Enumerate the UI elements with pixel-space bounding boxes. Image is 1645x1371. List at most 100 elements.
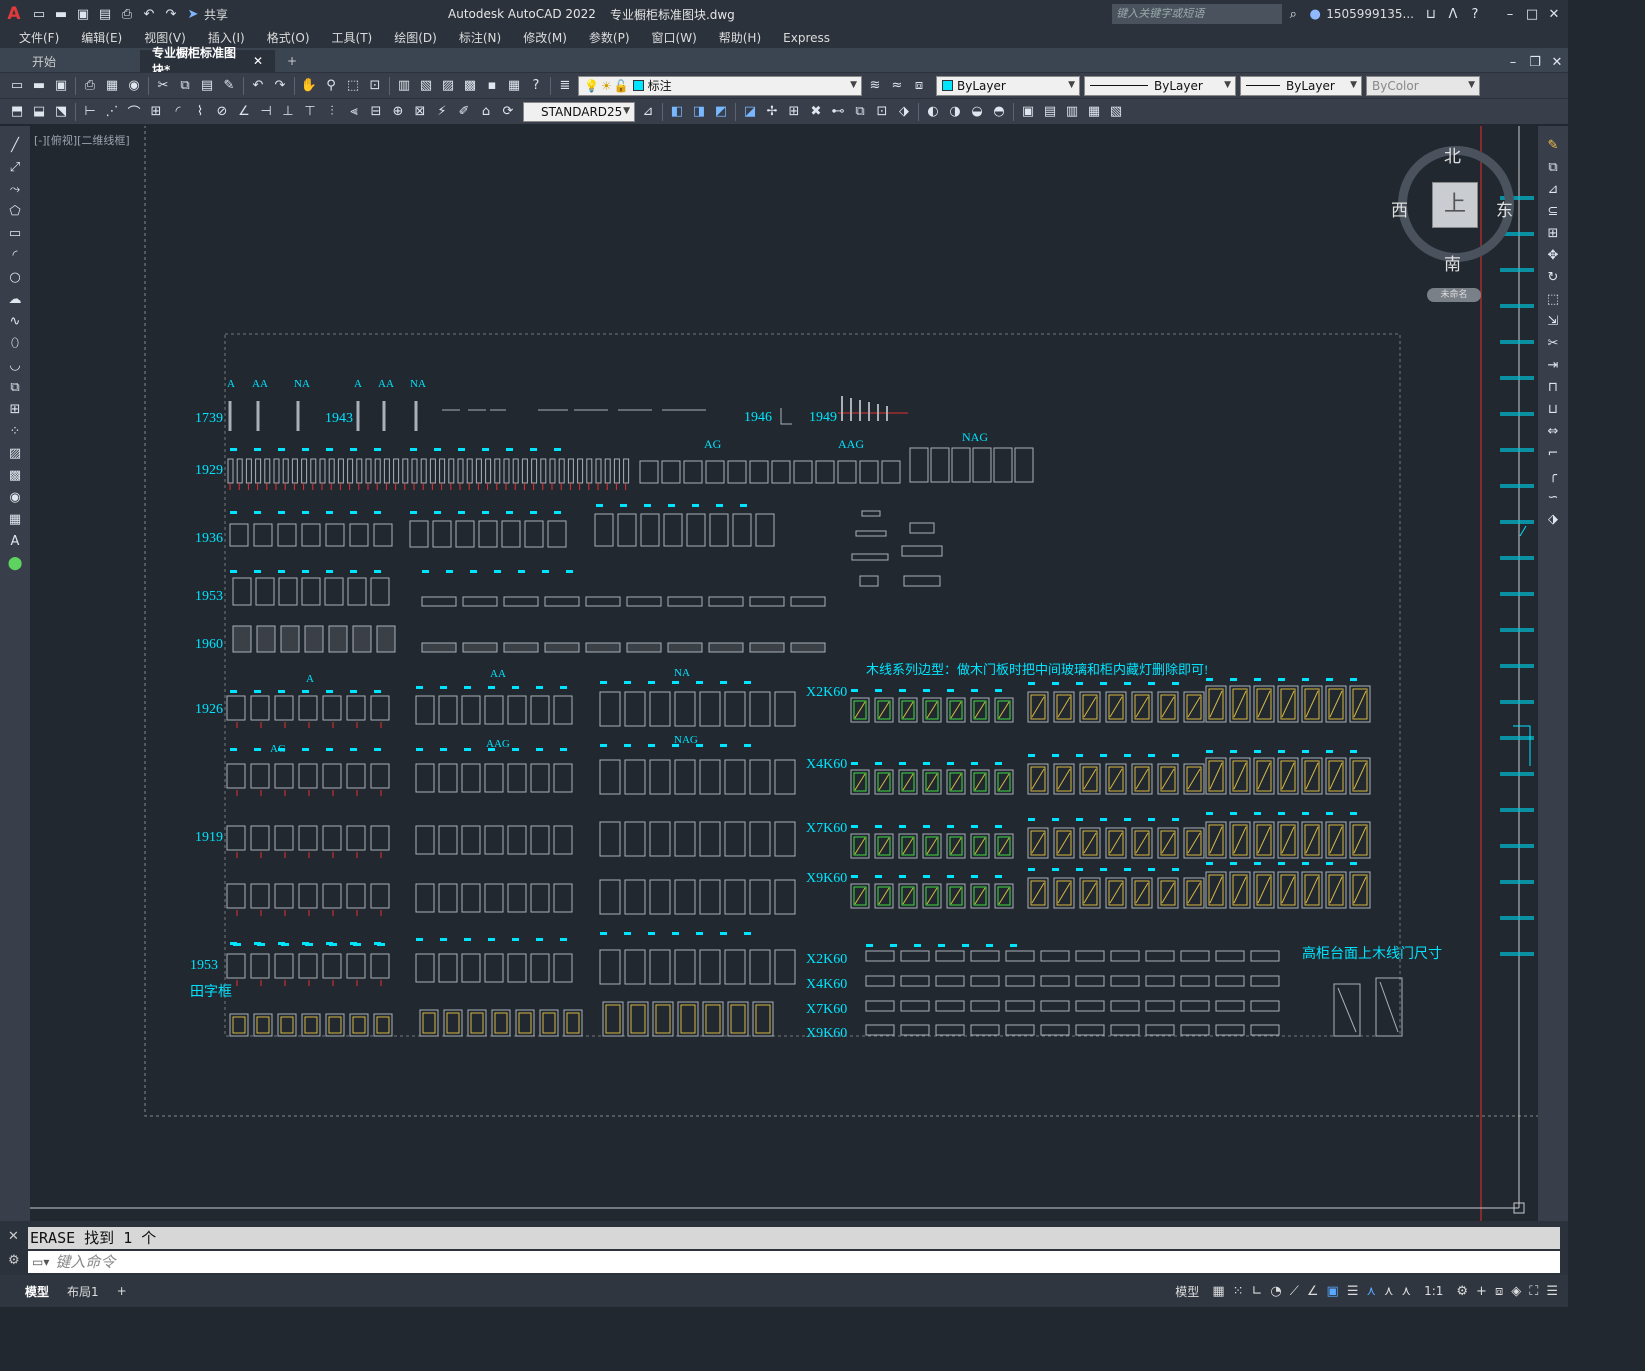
glass-hatch[interactable] xyxy=(926,701,938,719)
cabinet-block[interactable] xyxy=(226,695,246,721)
cabinet-block[interactable] xyxy=(373,523,393,547)
drawer-block[interactable] xyxy=(1005,950,1035,962)
print-icon[interactable]: ⎙ xyxy=(80,76,100,96)
x-series-label[interactable]: X9K60 xyxy=(806,1026,847,1041)
dim-text-mark[interactable] xyxy=(899,762,906,765)
dim-text-mark[interactable] xyxy=(230,448,237,451)
small-block[interactable] xyxy=(909,522,935,534)
modify-icon-18[interactable]: ▥ xyxy=(1062,102,1082,122)
side-annotation[interactable] xyxy=(1500,520,1534,524)
tian-inner[interactable] xyxy=(630,1004,646,1034)
glass-hatch[interactable] xyxy=(878,701,890,719)
narrow-panel[interactable] xyxy=(337,458,344,484)
tab-start[interactable]: 开始 xyxy=(0,50,140,72)
inspect-icon[interactable]: ⊠ xyxy=(410,102,430,122)
dim-text-mark[interactable] xyxy=(1254,678,1261,681)
isodraft-icon[interactable]: ⟋ xyxy=(1290,1284,1299,1299)
glass-hatch[interactable] xyxy=(1209,876,1223,904)
glass-hatch[interactable] xyxy=(1281,762,1295,790)
drawer-block[interactable] xyxy=(1005,1024,1035,1036)
dim-text-mark[interactable] xyxy=(482,511,489,514)
dim-text-mark[interactable] xyxy=(672,744,679,747)
glass-hatch[interactable] xyxy=(1257,690,1271,718)
dim-text-mark[interactable] xyxy=(1302,862,1309,865)
series-letter[interactable]: A xyxy=(227,378,235,390)
dim-text-mark[interactable] xyxy=(536,748,543,751)
dim-text-mark[interactable] xyxy=(1230,862,1237,865)
drawer-block[interactable] xyxy=(1005,1000,1035,1012)
drawer-block[interactable] xyxy=(935,1024,965,1036)
narrow-panel[interactable] xyxy=(439,458,446,484)
glass-hatch[interactable] xyxy=(1057,696,1071,718)
narrow-panel[interactable] xyxy=(273,458,280,484)
narrow-panel[interactable] xyxy=(503,458,510,484)
cabinet-block[interactable] xyxy=(484,883,504,913)
dim-text-mark[interactable] xyxy=(278,942,285,945)
cabinet-block[interactable] xyxy=(415,883,435,913)
group-label[interactable]: NA xyxy=(674,667,690,679)
drawer-block[interactable] xyxy=(1110,1024,1140,1036)
cabinet-block[interactable] xyxy=(415,953,435,983)
new-icon[interactable]: ▭ xyxy=(29,4,49,24)
color-dropdown[interactable]: ByLayer ▼ xyxy=(936,75,1080,96)
dim-text-mark[interactable] xyxy=(416,686,423,689)
small-block[interactable] xyxy=(901,545,943,557)
row-label[interactable]: 1960 xyxy=(195,637,223,652)
dim-text-mark[interactable] xyxy=(278,690,285,693)
add-layout-icon[interactable]: + xyxy=(108,1284,136,1298)
glass-hatch[interactable] xyxy=(1031,882,1045,904)
narrow-panel[interactable] xyxy=(558,458,565,484)
small-block[interactable] xyxy=(859,575,879,587)
cabinet-block[interactable] xyxy=(553,825,573,855)
narrow-panel[interactable] xyxy=(485,458,492,484)
dim-text-mark[interactable] xyxy=(434,511,441,514)
dim-text-mark[interactable] xyxy=(600,932,607,935)
tab-layout1[interactable]: 布局1 xyxy=(58,1283,108,1300)
tian-inner[interactable] xyxy=(280,1016,294,1034)
drawer-block[interactable] xyxy=(585,596,621,607)
narrow-panel[interactable] xyxy=(531,458,538,484)
dim-text-mark[interactable] xyxy=(458,511,465,514)
cabinet-block[interactable] xyxy=(732,513,752,547)
drawer-block[interactable] xyxy=(1180,1000,1210,1012)
cabinet-block[interactable] xyxy=(346,695,366,721)
drawer-block[interactable] xyxy=(1145,975,1175,987)
plus-icon[interactable]: + xyxy=(1476,1284,1487,1299)
dim-text-mark[interactable] xyxy=(624,681,631,684)
dim-text-mark[interactable] xyxy=(254,942,261,945)
dim-text-mark[interactable] xyxy=(1124,818,1131,821)
cabinet-block[interactable] xyxy=(278,577,298,606)
dim-text-mark[interactable] xyxy=(518,570,525,573)
zoom-window-icon[interactable]: ⬚ xyxy=(343,76,363,96)
dim-text-mark[interactable] xyxy=(560,748,567,751)
tian-inner[interactable] xyxy=(446,1012,460,1034)
narrow-panel[interactable] xyxy=(466,458,473,484)
dim-text-mark[interactable] xyxy=(648,681,655,684)
glass-hatch[interactable] xyxy=(854,887,866,905)
glass-hatch[interactable] xyxy=(1057,882,1071,904)
glass-hatch[interactable] xyxy=(1305,690,1319,718)
cabinet-block[interactable] xyxy=(774,949,796,985)
dim-text-mark[interactable] xyxy=(254,690,261,693)
grid-icon[interactable]: ▦ xyxy=(1212,1284,1224,1299)
dim-text-mark[interactable] xyxy=(1148,868,1155,871)
tian-inner[interactable] xyxy=(655,1004,671,1034)
cabinet-block[interactable] xyxy=(749,460,769,484)
louver-block[interactable] xyxy=(280,625,300,653)
dim-text-mark[interactable] xyxy=(995,762,1002,765)
dim-text-mark[interactable] xyxy=(230,748,237,751)
glass-hatch[interactable] xyxy=(878,773,890,791)
cabinet-block[interactable] xyxy=(815,460,835,484)
menu-item-7[interactable]: 标注(N) xyxy=(448,28,512,48)
dim-text-mark[interactable] xyxy=(416,748,423,751)
dim-text-mark[interactable] xyxy=(1052,682,1059,685)
dim-text-mark[interactable] xyxy=(1124,682,1131,685)
dim-text-mark[interactable] xyxy=(302,511,309,514)
cabinet-block[interactable] xyxy=(837,460,857,484)
cabinet-block[interactable] xyxy=(930,447,950,483)
x-series-label[interactable]: X7K60 xyxy=(806,1002,847,1017)
narrow-panel[interactable] xyxy=(236,458,243,484)
narrow-panel[interactable] xyxy=(319,458,326,484)
dim-text-mark[interactable] xyxy=(464,748,471,751)
zoom-previous-icon[interactable]: ⊡ xyxy=(365,76,385,96)
